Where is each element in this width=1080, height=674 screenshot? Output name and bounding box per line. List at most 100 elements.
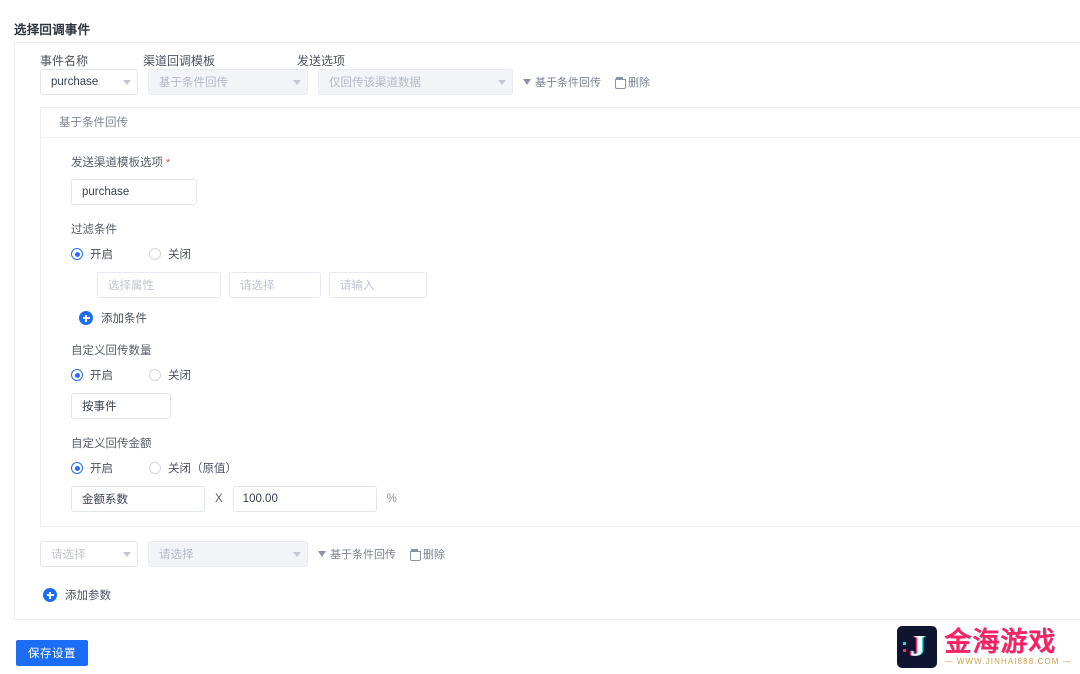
param-value-placeholder: 请选择 xyxy=(159,549,194,561)
custom-count-radio-off[interactable]: 关闭 xyxy=(149,367,191,383)
required-asterisk: * xyxy=(166,157,171,169)
chevron-down-icon xyxy=(123,551,131,557)
column-header-channel-template: 渠道回调模板 xyxy=(143,54,216,68)
condition-value-placeholder: 请输入 xyxy=(340,280,375,292)
param-key-select[interactable]: 请选择 xyxy=(40,541,138,567)
custom-amount-radio-on-label: 开启 xyxy=(90,463,113,475)
event-filter-label: 基于条件回传 xyxy=(535,77,601,89)
send-option-select[interactable]: 仅回传该渠道数据 xyxy=(318,69,513,95)
chevron-down-icon xyxy=(123,79,131,85)
event-row-actions: 基于条件回传 删除 xyxy=(523,74,650,90)
condition-attribute-select[interactable]: 选择属性 xyxy=(97,272,221,298)
add-param-button[interactable]: 添加参数 xyxy=(43,587,1080,603)
amount-value-input[interactable] xyxy=(232,486,377,512)
event-name-select[interactable]: purchase xyxy=(40,69,138,95)
filter-condition-block: 过滤条件 开启 关闭 选择属性 请选择 请输入 添加条件 xyxy=(41,205,1080,326)
callback-event-card: 事件名称 渠道回调模板 发送选项 purchase 基于条件回传 仅回传该渠道数… xyxy=(14,42,1080,620)
custom-count-radio-on-label: 开启 xyxy=(90,370,113,382)
watermark-text: 金海游戏 — WWW.JINHAI888.COM — xyxy=(944,629,1072,666)
amount-coefficient-select[interactable]: 金额系数 xyxy=(71,486,205,512)
condition-attribute-placeholder: 选择属性 xyxy=(108,280,154,292)
radio-mark-icon xyxy=(149,248,161,260)
chevron-down-icon xyxy=(498,79,506,85)
custom-amount-radio-group: 开启 关闭（原值） xyxy=(71,460,1080,476)
watermark-brand: 金海游戏 xyxy=(944,626,1057,658)
radio-mark-icon xyxy=(71,248,83,260)
watermark-dot-cyan xyxy=(903,642,907,645)
param-value-select[interactable]: 请选择 xyxy=(148,541,308,567)
condition-operator-placeholder: 请选择 xyxy=(240,280,275,292)
template-option-select[interactable]: purchase xyxy=(71,179,197,205)
watermark-badge-letter: J xyxy=(909,629,925,663)
event-filter-action[interactable]: 基于条件回传 xyxy=(523,74,601,90)
event-delete-action[interactable]: 删除 xyxy=(615,74,650,90)
funnel-icon xyxy=(523,78,531,86)
panel-header: 基于条件回传 xyxy=(41,108,1080,138)
filter-condition-label: 过滤条件 xyxy=(71,224,117,236)
custom-amount-row: 金额系数 X % xyxy=(71,486,1080,512)
amount-coefficient-value: 金额系数 xyxy=(82,494,128,506)
event-name-value: purchase xyxy=(51,76,99,88)
custom-amount-radio-off[interactable]: 关闭（原值） xyxy=(149,460,237,476)
column-header-event-name: 事件名称 xyxy=(40,54,89,68)
custom-amount-radio-off-label: 关闭（原值） xyxy=(168,463,237,475)
add-param-label: 添加参数 xyxy=(65,590,111,602)
funnel-icon xyxy=(318,550,326,558)
condition-row: 选择属性 请选择 请输入 xyxy=(97,272,1080,298)
add-condition-label: 添加条件 xyxy=(101,313,147,325)
param-row-actions: 基于条件回传 删除 xyxy=(318,546,445,562)
page-title: 选择回调事件 xyxy=(14,23,91,37)
radio-mark-icon xyxy=(71,369,83,381)
watermark: J 金海游戏 — WWW.JINHAI888.COM — xyxy=(897,626,1072,668)
custom-count-mode-value: 按事件 xyxy=(82,401,117,413)
custom-count-block: 自定义回传数量 开启 关闭 按事件 xyxy=(41,326,1080,419)
send-option-value: 仅回传该渠道数据 xyxy=(329,77,421,89)
filter-condition-radio-on-label: 开启 xyxy=(90,249,113,261)
custom-amount-block: 自定义回传金额 开启 关闭（原值） 金额系数 X % xyxy=(41,419,1080,512)
save-button[interactable]: 保存设置 xyxy=(16,640,88,666)
percent-symbol: % xyxy=(386,493,397,505)
param-filter-action[interactable]: 基于条件回传 xyxy=(318,546,396,562)
filter-condition-radio-on[interactable]: 开启 xyxy=(71,246,113,262)
multiply-symbol: X xyxy=(215,493,223,505)
custom-count-radio-group: 开启 关闭 xyxy=(71,367,1080,383)
condition-operator-select[interactable]: 请选择 xyxy=(229,272,321,298)
param-row: 请选择 请选择 基于条件回传 删除 xyxy=(15,541,1080,575)
template-option-label: 发送渠道模板选项 * xyxy=(71,154,1080,170)
custom-count-radio-off-label: 关闭 xyxy=(168,370,191,382)
event-row: purchase 基于条件回传 仅回传该渠道数据 基于条件回传 删除 xyxy=(15,69,1080,107)
custom-count-label: 自定义回传数量 xyxy=(71,345,152,357)
add-condition-button[interactable]: 添加条件 xyxy=(79,310,1080,326)
template-option-value: purchase xyxy=(82,186,130,198)
column-header-send-option: 发送选项 xyxy=(297,54,346,68)
template-option-label-text: 发送渠道模板选项 xyxy=(71,157,163,169)
plus-circle-icon xyxy=(79,311,93,325)
trash-icon xyxy=(615,77,626,89)
filter-condition-radio-off[interactable]: 关闭 xyxy=(149,246,191,262)
custom-count-radio-on[interactable]: 开启 xyxy=(71,367,113,383)
custom-amount-label: 自定义回传金额 xyxy=(71,438,152,450)
plus-circle-icon xyxy=(43,588,57,602)
chevron-down-icon xyxy=(293,551,301,557)
watermark-url: — WWW.JINHAI888.COM — xyxy=(944,656,1072,666)
event-delete-label: 删除 xyxy=(628,77,650,89)
filter-condition-radio-group: 开启 关闭 xyxy=(71,246,1080,262)
custom-count-mode-select[interactable]: 按事件 xyxy=(71,393,171,419)
column-header-row: 事件名称 渠道回调模板 发送选项 xyxy=(15,43,1080,69)
template-option-block: 发送渠道模板选项 * purchase xyxy=(41,138,1080,205)
custom-amount-radio-on[interactable]: 开启 xyxy=(71,460,113,476)
channel-template-select[interactable]: 基于条件回传 xyxy=(148,69,308,95)
trash-icon xyxy=(410,549,421,561)
filter-condition-radio-off-label: 关闭 xyxy=(168,249,191,261)
conditional-callback-panel: 基于条件回传 发送渠道模板选项 * purchase 过滤条件 开启 关闭 选择… xyxy=(40,107,1080,527)
channel-template-value: 基于条件回传 xyxy=(159,77,228,89)
radio-mark-icon xyxy=(71,462,83,474)
condition-value-input[interactable]: 请输入 xyxy=(329,272,427,298)
param-delete-action[interactable]: 删除 xyxy=(410,546,445,562)
watermark-badge-icon: J xyxy=(897,626,938,668)
param-filter-label: 基于条件回传 xyxy=(330,549,396,561)
param-key-placeholder: 请选择 xyxy=(51,549,86,561)
radio-mark-icon xyxy=(149,369,161,381)
watermark-dot-pink xyxy=(903,649,907,652)
chevron-down-icon xyxy=(293,79,301,85)
